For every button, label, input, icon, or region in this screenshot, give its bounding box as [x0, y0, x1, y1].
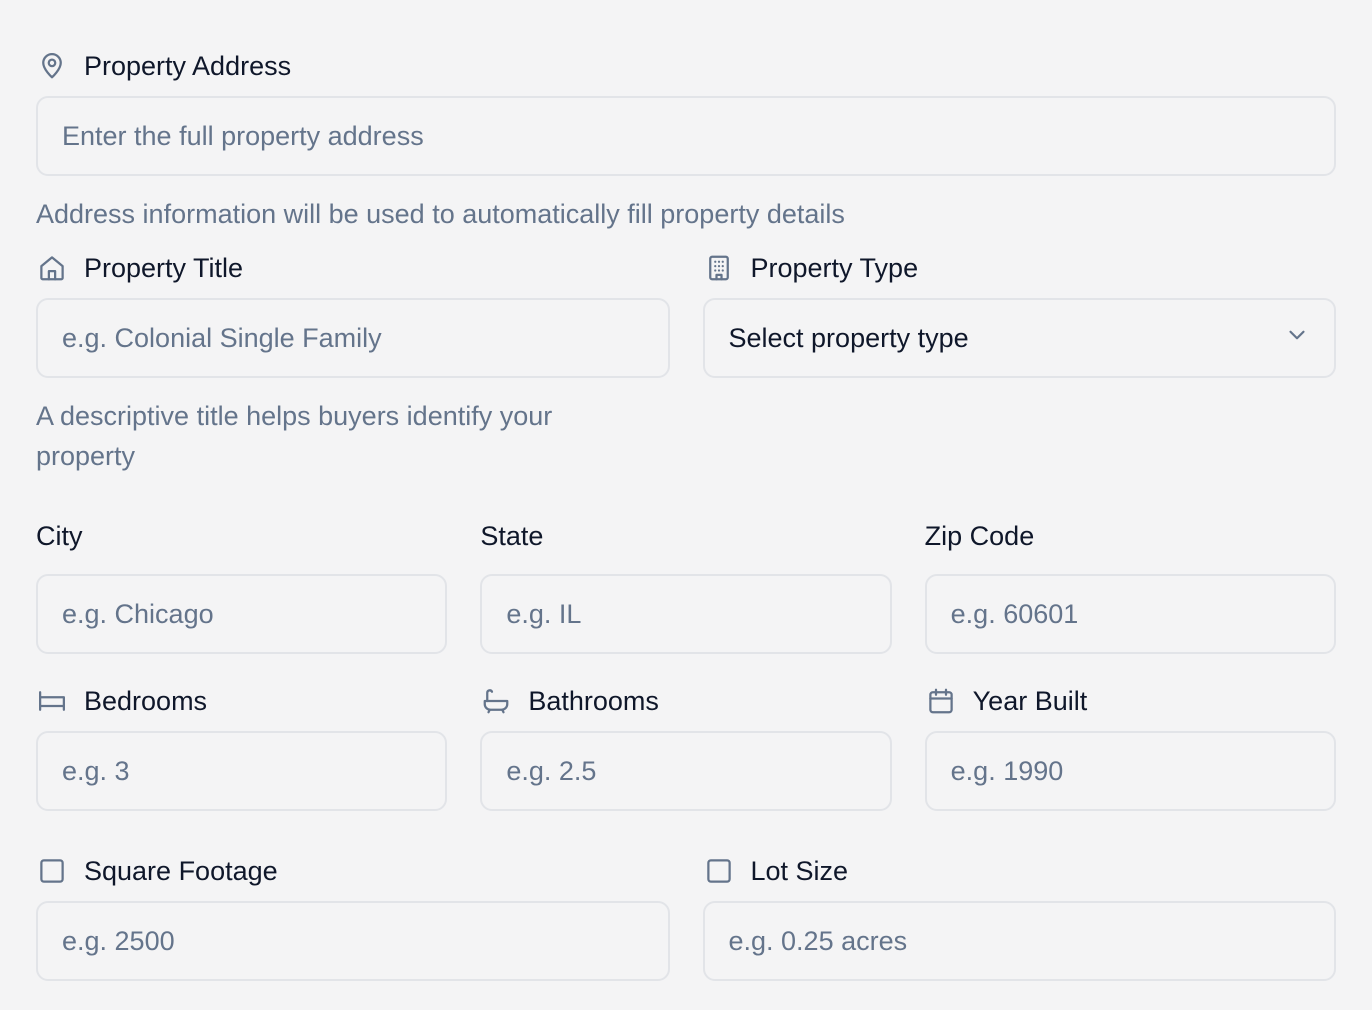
lot-size-input[interactable]: [702, 901, 1336, 981]
property-form: Property Address Address information wil…: [36, 46, 1336, 981]
bedrooms-label: Bedrooms: [36, 681, 447, 721]
square-icon: [703, 855, 735, 887]
property-type-value: Select property type: [728, 322, 969, 353]
map-pin-icon: [36, 50, 68, 82]
sqft-input[interactable]: [36, 901, 670, 981]
address-input[interactable]: [36, 96, 1336, 176]
bedrooms-label-text: Bedrooms: [84, 685, 208, 716]
location-row: City State Zip Code: [36, 516, 1336, 654]
lot-size-label-text: Lot Size: [750, 855, 849, 886]
sqft-label: Square Footage: [36, 851, 670, 891]
property-type-select[interactable]: Select property type: [702, 298, 1336, 378]
title-label: Property Title: [36, 248, 670, 288]
type-label-text: Property Type: [750, 252, 919, 283]
type-label: Property Type: [703, 248, 1337, 288]
chevron-down-icon: [1284, 322, 1310, 355]
city-label: City: [36, 520, 83, 551]
year-built-input[interactable]: [924, 731, 1336, 811]
address-label-text: Property Address: [84, 50, 292, 81]
size-row: Square Footage Lot Size: [36, 851, 1336, 981]
city-input[interactable]: [36, 574, 448, 654]
bathrooms-input[interactable]: [480, 731, 892, 811]
bathrooms-label-text: Bathrooms: [528, 685, 659, 716]
details-row: Bedrooms Bathrooms Year Built: [36, 681, 1336, 811]
state-input[interactable]: [480, 574, 892, 654]
year-built-label: Year Built: [925, 681, 1336, 721]
state-label: State: [480, 520, 544, 551]
lot-size-label: Lot Size: [703, 851, 1337, 891]
title-type-row: Property Title A descriptive title helps…: [36, 248, 1336, 476]
title-input[interactable]: [36, 298, 670, 378]
bath-icon: [480, 685, 512, 717]
square-icon: [36, 855, 68, 887]
bed-icon: [36, 685, 68, 717]
title-help-text: A descriptive title helps buyers identif…: [36, 401, 553, 471]
bedrooms-input[interactable]: [36, 731, 448, 811]
address-label: Property Address: [36, 46, 1336, 86]
title-label-text: Property Title: [84, 252, 244, 283]
calendar-icon: [925, 685, 957, 717]
year-built-label-text: Year Built: [972, 685, 1088, 716]
sqft-label-text: Square Footage: [84, 855, 278, 886]
zip-input[interactable]: [924, 574, 1336, 654]
bathrooms-label: Bathrooms: [480, 681, 891, 721]
zip-label: Zip Code: [924, 520, 1035, 551]
address-help-text: Address information will be used to auto…: [36, 199, 845, 229]
building-icon: [703, 252, 735, 284]
home-icon: [36, 252, 68, 284]
